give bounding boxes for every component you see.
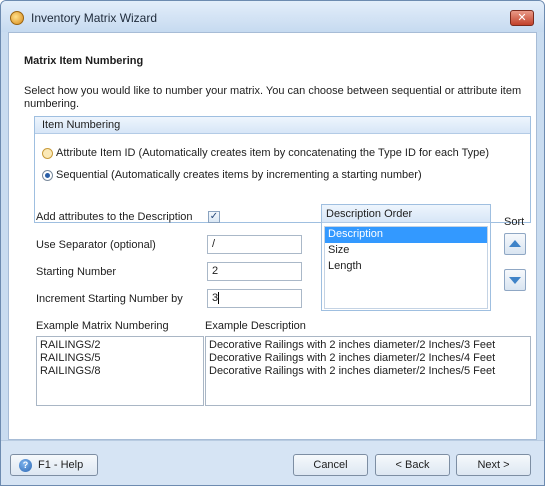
increment-label: Increment Starting Number by bbox=[36, 293, 183, 305]
attribute-item-id-option[interactable]: Attribute Item ID (Automatically creates… bbox=[42, 147, 489, 159]
description-order-header: Description Order bbox=[322, 205, 490, 223]
help-icon: ? bbox=[19, 458, 32, 472]
sequential-label: Sequential (Automatically creates items … bbox=[56, 169, 422, 181]
example-numbering-label: Example Matrix Numbering bbox=[36, 320, 169, 332]
separator-input[interactable]: / bbox=[207, 235, 302, 254]
list-item: RAILINGS/8 bbox=[40, 365, 101, 377]
cancel-button[interactable]: Cancel bbox=[293, 454, 368, 476]
help-button-label: F1 - Help bbox=[38, 459, 84, 471]
text-caret bbox=[218, 292, 220, 305]
title-bar[interactable]: Inventory Matrix Wizard ✕ bbox=[1, 1, 544, 32]
wizard-window: Inventory Matrix Wizard ✕ Matrix Item Nu… bbox=[0, 0, 545, 486]
description-order-list[interactable]: Description Size Length bbox=[324, 226, 488, 309]
add-attributes-label: Add attributes to the Description bbox=[36, 211, 193, 223]
list-item: RAILINGS/2 bbox=[40, 339, 101, 351]
sequential-option[interactable]: Sequential (Automatically creates items … bbox=[42, 169, 422, 181]
window-title: Inventory Matrix Wizard bbox=[31, 11, 158, 25]
sort-up-button[interactable] bbox=[504, 233, 526, 255]
next-button[interactable]: Next > bbox=[456, 454, 531, 476]
example-description-label: Example Description bbox=[205, 320, 306, 332]
list-item: Decorative Railings with 2 inches diamet… bbox=[209, 339, 496, 351]
back-button[interactable]: < Back bbox=[375, 454, 450, 476]
sort-label: Sort bbox=[504, 216, 525, 228]
list-item: RAILINGS/5 bbox=[40, 352, 101, 364]
description-order-group: Description Order Description Size Lengt… bbox=[321, 204, 491, 311]
help-button[interactable]: ? F1 - Help bbox=[10, 454, 98, 476]
wizard-footer: ? F1 - Help Cancel < Back Next > bbox=[1, 440, 544, 485]
list-item: Decorative Railings with 2 inches diamet… bbox=[209, 365, 496, 377]
sort-down-button[interactable] bbox=[504, 269, 526, 291]
list-item: Decorative Railings with 2 inches diamet… bbox=[209, 352, 496, 364]
example-numbering-list[interactable]: RAILINGS/2 RAILINGS/5 RAILINGS/8 bbox=[36, 336, 204, 406]
page-instructions: Select how you would like to number your… bbox=[24, 85, 522, 110]
app-icon bbox=[10, 11, 24, 25]
example-description-list[interactable]: Decorative Railings with 2 inches diamet… bbox=[205, 336, 531, 406]
description-order-item[interactable]: Size bbox=[325, 243, 487, 259]
description-order-item[interactable]: Description bbox=[325, 227, 487, 243]
close-button[interactable]: ✕ bbox=[510, 10, 534, 26]
page-heading: Matrix Item Numbering bbox=[24, 55, 144, 67]
wizard-page: Matrix Item Numbering Select how you wou… bbox=[8, 32, 537, 440]
separator-label: Use Separator (optional) bbox=[36, 239, 156, 251]
starting-number-label: Starting Number bbox=[36, 266, 117, 278]
item-numbering-header: Item Numbering bbox=[35, 117, 530, 134]
sequential-radio[interactable] bbox=[42, 169, 53, 181]
description-order-item[interactable]: Length bbox=[325, 259, 487, 275]
starting-number-input[interactable]: 2 bbox=[207, 262, 302, 281]
attribute-item-id-radio[interactable] bbox=[42, 147, 53, 159]
attribute-item-id-label: Attribute Item ID (Automatically creates… bbox=[56, 147, 490, 159]
add-attributes-checkbox[interactable]: ✓ bbox=[208, 211, 220, 223]
increment-input[interactable]: 3 bbox=[207, 289, 302, 308]
